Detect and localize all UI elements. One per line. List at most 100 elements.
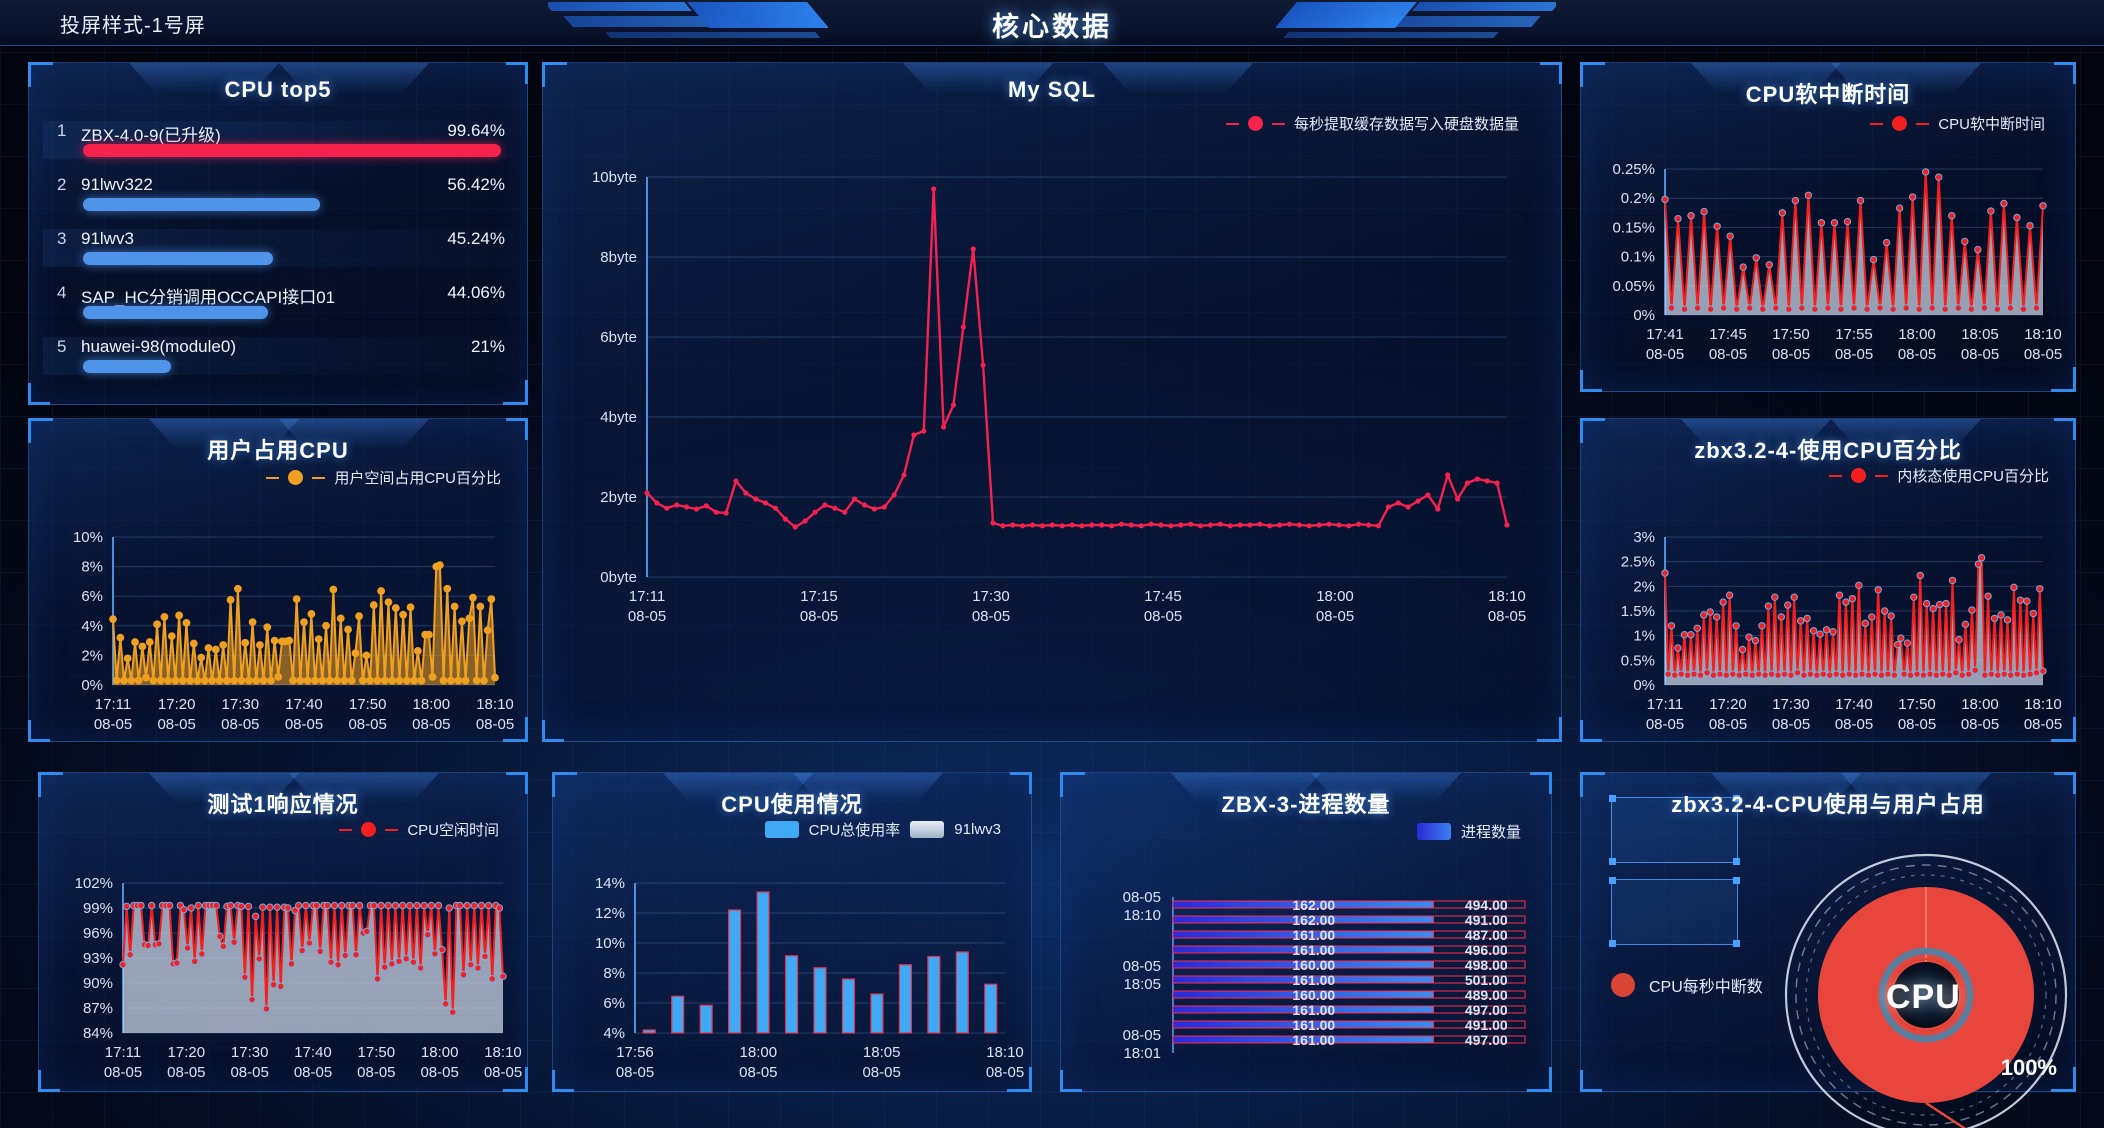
bar-value-left: 161.00 (1292, 942, 1335, 958)
y-axis-tick: 10% (595, 935, 625, 952)
legend-line-icon (1225, 122, 1239, 125)
x-axis-tick: 08-05 (484, 1064, 522, 1081)
rank-percent: 21% (470, 337, 505, 356)
panel-title-zbx3-proc: ZBX-3-进程数量 (1221, 792, 1391, 817)
x-axis-tick: 08-05 (157, 716, 195, 733)
rank-bar (83, 360, 172, 373)
x-axis-tick: 18:00 (413, 696, 451, 713)
x-axis-tick: 18:00 (1316, 588, 1354, 605)
x-axis-tick: 08-05 (348, 716, 386, 733)
rank-percent: 99.64% (447, 121, 505, 140)
app-header: 投屏样式-1号屏 核心数据 (0, 0, 2104, 46)
x-axis-tick: 18:10 (2024, 696, 2062, 713)
x-axis-tick: 08-05 (1646, 346, 1684, 363)
legend-label: 每秒提取缓存数据写入硬盘数据量 (1293, 116, 1519, 133)
x-axis-tick: 18:05 (1961, 326, 1999, 343)
panel-title-cpu-usage: CPU使用情况 (721, 792, 863, 817)
x-axis-tick: 08-05 (1961, 346, 1999, 363)
legend-swatch-icon (910, 821, 945, 838)
y-axis-tick: 2byte (600, 489, 637, 506)
panel-title-user-cpu: 用户占用CPU (207, 438, 349, 463)
bar-value-right: 501.00 (1465, 972, 1508, 988)
y-axis-tick: 18:05 (1123, 976, 1161, 993)
rank-percent: 44.06% (447, 283, 505, 302)
bar-value-left: 161.00 (1292, 1002, 1335, 1018)
chart-cpu-gauge (1784, 853, 2068, 1128)
cpu-top5-row[interactable]: 5 huawei-98(module0) 21% (43, 337, 515, 375)
bar-value-left: 162.00 (1292, 897, 1335, 913)
y-axis-tick: 8byte (600, 249, 637, 266)
cpu-top5-row[interactable]: 1 ZBX-4.0-9(已升级) 99.64% (43, 121, 515, 159)
rank-name: SAP_HC分销调用OCCAPI接口01 (81, 288, 336, 307)
x-axis-tick: 08-05 (862, 1064, 900, 1081)
gauge-center-label: CPU (1886, 978, 1961, 1016)
legend-cpu-usage[interactable]: CPU总使用率 91lwv3 (764, 819, 1001, 840)
cpu-top5-row[interactable]: 2 91lwv322 56.42% (43, 175, 515, 213)
y-axis-tick: 14% (595, 875, 625, 892)
x-axis-tick: 18:10 (476, 696, 514, 713)
rank-percent: 45.24% (447, 229, 505, 248)
legend-label-1: CPU总使用率 (808, 822, 901, 839)
y-axis-tick: 0.5% (1621, 652, 1655, 669)
y-axis-tick: 3% (1633, 529, 1655, 546)
y-axis-tick: 6byte (600, 329, 637, 346)
x-axis-tick: 08-05 (357, 1064, 395, 1081)
rank-name: ZBX-4.0-9(已升级) (81, 126, 221, 145)
x-axis-tick: 08-05 (972, 608, 1010, 625)
legend-dot-icon (1247, 116, 1263, 131)
x-axis-tick: 08-05 (1488, 608, 1526, 625)
x-axis-tick: 17:56 (616, 1044, 654, 1061)
y-axis-tick: 08-05 (1123, 889, 1161, 906)
y-axis-tick: 0byte (600, 569, 637, 586)
legend-mysql[interactable]: 每秒提取缓存数据写入硬盘数据量 (1225, 113, 1519, 134)
legend-label: CPU软中断时间 (1938, 116, 2045, 133)
panel-zbx3-proc: ZBX-3-进程数量 进程数量 162.00 494.00 162.00 491.00… (1060, 772, 1552, 1092)
cpu-top5-list[interactable]: 1 ZBX-4.0-9(已升级) 99.64% 2 91lwv322 56.42% 3 91l… (43, 121, 515, 393)
x-axis-tick: 18:10 (986, 1044, 1024, 1061)
x-axis-tick: 17:30 (222, 696, 260, 713)
y-axis-tick: 102% (75, 875, 113, 892)
y-axis-tick: 10byte (592, 169, 637, 186)
legend-zbx3-proc[interactable]: 进程数量 (1416, 821, 1521, 842)
y-axis-tick: 4byte (600, 409, 637, 426)
y-axis-tick: 84% (83, 1025, 113, 1042)
rank-bar (83, 252, 273, 265)
x-axis-tick: 08-05 (476, 716, 514, 733)
x-axis-tick: 08-05 (2024, 346, 2062, 363)
y-axis-tick: 18:10 (1123, 907, 1161, 924)
bar-value-left: 160.00 (1292, 957, 1335, 973)
x-axis-tick: 17:30 (972, 588, 1010, 605)
x-axis-tick: 18:00 (740, 1044, 778, 1061)
rank-percent: 56.42% (447, 175, 505, 194)
y-axis-tick: 10% (73, 529, 103, 546)
x-axis-tick: 08-05 (1835, 716, 1873, 733)
bar-value-right: 498.00 (1465, 957, 1508, 973)
panel-soft-irq: CPU软中断时间 CPU软中断时间 0% 0.05% 0.1% 0.15% 0.2% 0.… (1580, 62, 2076, 392)
x-axis-tick: 08-05 (1709, 346, 1747, 363)
legend-zbx-cpu[interactable]: 内核态使用CPU百分比 (1829, 465, 2049, 486)
x-axis-tick: 17:11 (629, 588, 665, 605)
y-axis-tick: 0.25% (1612, 161, 1655, 178)
x-axis-tick: 08-05 (1835, 346, 1873, 363)
legend-cpu-gauge[interactable]: CPU每秒中断数 (1611, 973, 1763, 997)
x-axis-tick: 08-05 (1961, 716, 1999, 733)
legend-test1[interactable]: CPU空闲时间 (339, 819, 499, 840)
legend-line-icon (1271, 122, 1285, 125)
bar-value-right: 497.00 (1465, 1002, 1508, 1018)
legend-swatch-icon (764, 821, 799, 838)
bar-value-left: 161.00 (1292, 972, 1335, 988)
rank-name: 91lwv3 (81, 229, 134, 248)
x-axis-tick: 08-05 (1144, 608, 1182, 625)
bar-value-left: 161.00 (1292, 927, 1335, 943)
y-axis-tick: 99% (83, 900, 113, 917)
legend-user-cpu[interactable]: 用户空间占用CPU百分比 (266, 467, 501, 488)
legend-label: CPU空闲时间 (407, 822, 499, 839)
y-axis-tick: 6% (603, 995, 625, 1012)
cpu-top5-row[interactable]: 3 91lwv3 45.24% (43, 229, 515, 267)
cpu-top5-row[interactable]: 4 SAP_HC分销调用OCCAPI接口01 44.06% (43, 283, 515, 321)
x-axis-tick: 17:20 (168, 1044, 206, 1061)
panel-title-cpu-top5: CPU top5 (224, 77, 332, 102)
y-axis-tick: 0.05% (1612, 278, 1655, 295)
x-axis-tick: 08-05 (2024, 716, 2062, 733)
legend-soft-irq[interactable]: CPU软中断时间 (1870, 113, 2045, 134)
